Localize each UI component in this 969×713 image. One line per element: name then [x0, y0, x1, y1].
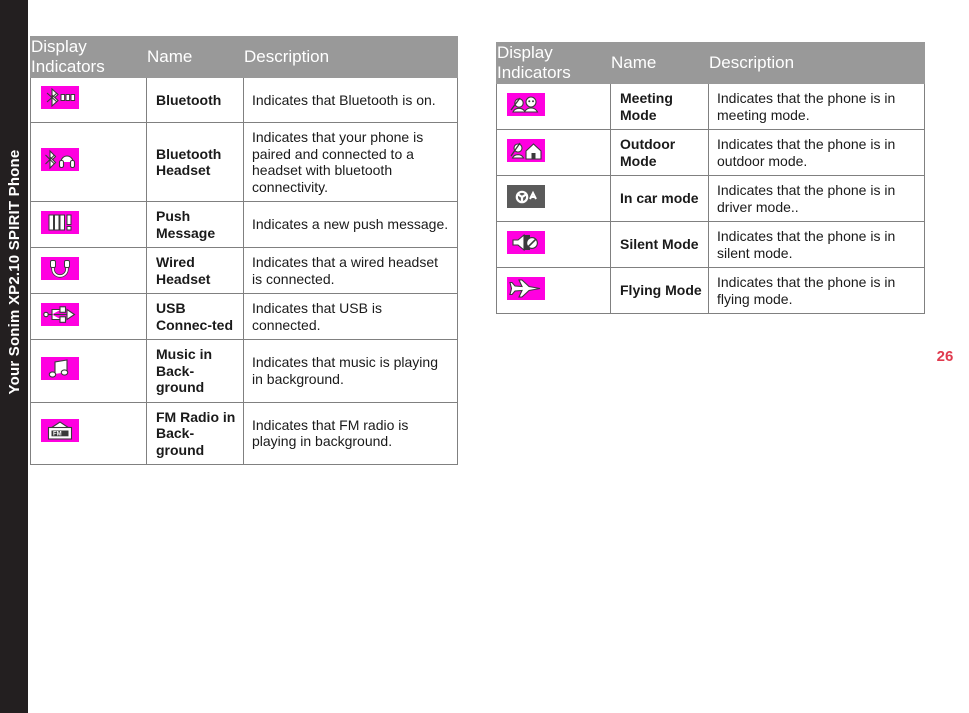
indicator-icon-cell	[496, 129, 611, 176]
table-row: Music in Back-ground Indicates that music…	[30, 339, 458, 403]
indicator-name: Wired Headset	[146, 247, 244, 294]
music-note-icon	[41, 356, 79, 380]
column-header-name: Name	[146, 36, 244, 78]
meeting-mode-icon	[507, 92, 545, 116]
indicator-name: USB Connec-ted	[146, 293, 244, 340]
push-message-icon	[41, 210, 79, 234]
table-row: USB Connec-ted Indicates that USB is conn…	[30, 293, 458, 340]
table-header-row: Display Indicators Name Description	[496, 42, 925, 84]
table-row: Push Message Indicates a new push message…	[30, 201, 458, 248]
bluetooth-icon	[41, 86, 79, 109]
bluetooth-headset-icon	[41, 148, 79, 171]
in-car-mode-icon	[507, 184, 545, 208]
table-row: Outdoor Mode Indicates that the phone is …	[496, 129, 925, 176]
indicator-icon-cell	[496, 175, 611, 222]
page-sidebar-strip: Your Sonim XP2.10 SPIRIT Phone	[0, 0, 28, 713]
indicator-description: Indicates that the phone is in driver mo…	[708, 175, 925, 222]
right-indicators-table: Display Indicators Name Description Meet…	[496, 42, 925, 314]
indicator-icon-cell	[30, 77, 147, 123]
svg-text:FM: FM	[53, 432, 62, 438]
indicator-icon-cell	[30, 122, 147, 202]
indicator-description: Indicates a new push message.	[243, 201, 458, 248]
wired-headset-icon	[41, 256, 79, 280]
silent-mode-icon	[507, 230, 545, 254]
indicator-icon-cell	[496, 83, 611, 130]
indicator-name: FM Radio in Back-ground	[146, 401, 244, 465]
indicator-icon-cell: FM	[30, 401, 147, 465]
indicator-description: Indicates that the phone is in meeting m…	[708, 83, 925, 130]
table-header: Display Indicators Name Description	[30, 36, 458, 78]
table-header-row: Display Indicators Name Description	[30, 36, 458, 78]
left-indicators-table: Display Indicators Name Description Blue…	[30, 36, 458, 465]
table-row: Bluetooth Indicates that Bluetooth is on.	[30, 77, 458, 123]
table-header: Display Indicators Name Description	[496, 42, 925, 84]
indicator-name: Push Message	[146, 201, 244, 248]
indicator-name: Meeting Mode	[610, 83, 709, 130]
indicator-description: Indicates that USB is connected.	[243, 293, 458, 340]
indicator-description: Indicates that FM radio is playing in ba…	[243, 401, 458, 465]
column-header-display-indicators: Display Indicators	[30, 36, 147, 78]
fm-radio-icon: FM	[41, 419, 79, 443]
sidebar-book-title: Your Sonim XP2.10 SPIRIT Phone	[6, 149, 23, 395]
usb-connected-icon	[41, 302, 79, 326]
indicator-name: Outdoor Mode	[610, 129, 709, 176]
table-row: FM FM Radio in Back-ground Indicates that …	[30, 401, 458, 465]
indicator-description: Indicates that a wired headset is connec…	[243, 247, 458, 294]
indicator-description: Indicates that the phone is in outdoor m…	[708, 129, 925, 176]
indicator-description: Indicates that the phone is in flying mo…	[708, 267, 925, 314]
table-body: Bluetooth Indicates that Bluetooth is on.…	[30, 77, 458, 465]
indicator-icon-cell	[30, 293, 147, 340]
outdoor-mode-icon	[507, 138, 545, 162]
indicator-name: Bluetooth	[146, 77, 244, 123]
indicator-icon-cell	[496, 221, 611, 268]
indicator-name: Music in Back-ground	[146, 339, 244, 403]
indicator-description: Indicates that the phone is in silent mo…	[708, 221, 925, 268]
indicator-description: Indicates that your phone is paired and …	[243, 122, 458, 202]
column-header-description: Description	[708, 42, 925, 84]
indicator-icon-cell	[30, 201, 147, 248]
table-row: Flying Mode Indicates that the phone is i…	[496, 267, 925, 314]
flying-mode-icon	[507, 276, 545, 300]
column-header-display-indicators: Display Indicators	[496, 42, 611, 84]
indicator-name: Silent Mode	[610, 221, 709, 268]
table-row: Bluetooth Headset Indicates that your pho…	[30, 122, 458, 202]
table-row: In car mode Indicates that the phone is i…	[496, 175, 925, 222]
table-row: Meeting Mode Indicates that the phone is …	[496, 83, 925, 130]
indicator-name: In car mode	[610, 175, 709, 222]
indicator-name: Flying Mode	[610, 267, 709, 314]
indicator-icon-cell	[30, 339, 147, 403]
indicator-name: Bluetooth Headset	[146, 122, 244, 202]
table-body: Meeting Mode Indicates that the phone is …	[496, 83, 925, 314]
table-row: Silent Mode Indicates that the phone is i…	[496, 221, 925, 268]
indicator-icon-cell	[496, 267, 611, 314]
indicator-description: Indicates that music is playing in backg…	[243, 339, 458, 403]
indicator-description: Indicates that Bluetooth is on.	[243, 77, 458, 123]
column-header-name: Name	[610, 42, 709, 84]
table-row: Wired Headset Indicates that a wired head…	[30, 247, 458, 294]
column-header-description: Description	[243, 36, 458, 78]
indicator-icon-cell	[30, 247, 147, 294]
page-number: 26	[936, 348, 954, 365]
